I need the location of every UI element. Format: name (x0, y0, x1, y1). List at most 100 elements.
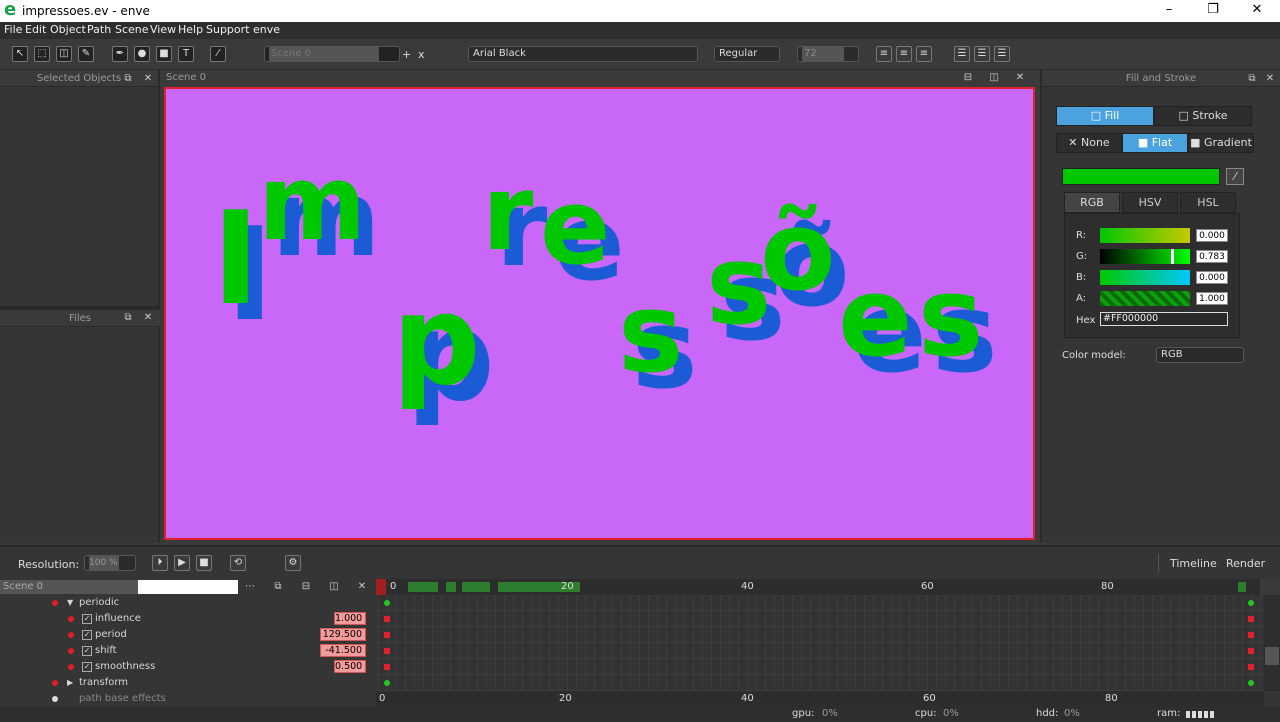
frame-ruler[interactable]: 0 20 40 60 80 (376, 579, 1280, 595)
keyframe-marker[interactable] (384, 664, 390, 670)
pen-tool-icon[interactable]: ✒ (112, 46, 128, 62)
canvas-letter[interactable]: s (918, 253, 983, 381)
keyframe-marker[interactable] (1248, 648, 1254, 654)
keyframe-marker[interactable] (1248, 616, 1254, 622)
record-dot[interactable] (68, 616, 74, 622)
canvas-letter[interactable]: e (838, 253, 913, 381)
align-left-icon[interactable]: ≡ (876, 46, 892, 62)
eyedropper-icon[interactable]: ⁄ (1226, 168, 1244, 185)
split-vertical-icon[interactable]: ◫ (328, 581, 340, 593)
record-dot[interactable] (52, 696, 58, 702)
keyframe-marker[interactable] (384, 600, 390, 606)
record-dot[interactable] (68, 664, 74, 670)
tree-row-period[interactable]: ✓ period 129.500 (0, 627, 378, 643)
checkbox-icon[interactable]: ✓ (82, 646, 92, 656)
paint-none-button[interactable]: ✕ None (1056, 133, 1122, 153)
canvas-letter[interactable]: m (258, 142, 366, 264)
frame-ruler-bottom[interactable]: 0 20 40 60 80 (376, 691, 1264, 707)
tree-row-smoothness[interactable]: ✓ smoothness 0.500 (0, 659, 378, 675)
undock-icon[interactable]: ⧉ (122, 312, 134, 324)
tab-hsl[interactable]: HSL (1180, 192, 1236, 213)
timeline-tab[interactable]: Timeline (1170, 557, 1217, 570)
record-dot[interactable] (68, 632, 74, 638)
checkbox-icon[interactable]: ✓ (82, 662, 92, 672)
smoothness-value[interactable]: 0.500 (334, 660, 366, 673)
b-value[interactable]: 0.000 (1196, 271, 1228, 284)
font-size-field[interactable]: 72 (797, 46, 859, 62)
paint-gradient-button[interactable]: ■ Gradient (1188, 133, 1254, 153)
maximize-button[interactable]: ❐ (1190, 0, 1236, 22)
font-style-select[interactable]: Regular (714, 46, 780, 62)
keyframe-marker[interactable] (384, 632, 390, 638)
close-panel-icon[interactable]: ✕ (1264, 73, 1276, 85)
close-window-button[interactable]: ✕ (1234, 0, 1280, 22)
b-slider[interactable] (1100, 270, 1190, 285)
keyframe-grid[interactable] (378, 595, 1264, 691)
undock-icon[interactable]: ⧉ (1246, 73, 1258, 85)
draw-tool-icon[interactable]: ✎ (78, 46, 94, 62)
checkbox-icon[interactable]: ✓ (82, 630, 92, 640)
tree-row-path-base-effects[interactable]: path base effects (0, 691, 378, 707)
align-right-icon[interactable]: ≡ (916, 46, 932, 62)
canvas-letter[interactable]: p (392, 269, 481, 413)
expand-arrow-icon[interactable]: ▼ (67, 595, 73, 611)
menu-path[interactable]: Path (87, 23, 111, 36)
color-preview[interactable] (1062, 168, 1220, 185)
g-slider-handle[interactable] (1171, 249, 1174, 264)
r-value[interactable]: 0.000 (1196, 229, 1228, 242)
align-center-icon[interactable]: ≡ (896, 46, 912, 62)
stroke-tab[interactable]: □ Stroke (1154, 106, 1252, 126)
keyframe-marker[interactable] (1248, 664, 1254, 670)
tree-row-periodic[interactable]: ▼ periodic (0, 595, 378, 611)
checkbox-icon[interactable]: ✓ (82, 614, 92, 624)
a-slider[interactable] (1100, 291, 1190, 306)
valign-middle-icon[interactable]: ☰ (974, 46, 990, 62)
scrollbar-thumb[interactable] (1265, 647, 1279, 665)
search-input[interactable] (138, 580, 238, 594)
g-value[interactable]: 0.783 (1196, 250, 1228, 263)
text-tool-icon[interactable]: T (178, 46, 194, 62)
split-vertical-icon[interactable]: ◫ (988, 72, 1000, 84)
valign-bottom-icon[interactable]: ☰ (994, 46, 1010, 62)
tab-rgb[interactable]: RGB (1064, 192, 1120, 213)
undock-icon[interactable]: ⧉ (272, 581, 284, 593)
undock-icon[interactable]: ⧉ (122, 73, 134, 85)
shift-value[interactable]: -41.500 (320, 644, 366, 657)
select-tool-icon[interactable]: ↖ (12, 46, 28, 62)
expand-arrow-icon[interactable]: ▶ (67, 675, 73, 691)
keyframe-marker[interactable] (1248, 632, 1254, 638)
stop-icon[interactable]: ■ (196, 555, 212, 571)
record-dot[interactable] (52, 600, 58, 606)
record-dot[interactable] (52, 680, 58, 686)
menu-view[interactable]: View (150, 23, 176, 36)
r-slider[interactable] (1100, 228, 1190, 243)
keyframe-marker[interactable] (1248, 680, 1254, 686)
hex-input[interactable]: #FF000000 (1100, 312, 1228, 326)
resolution-field[interactable]: 100 % (84, 555, 136, 571)
menu-object[interactable]: Object (50, 23, 86, 36)
keyframe-marker[interactable] (1248, 600, 1254, 606)
tab-hsv[interactable]: HSV (1122, 192, 1178, 213)
record-dot[interactable] (68, 648, 74, 654)
settings-gear-icon[interactable]: ⚙ (285, 555, 301, 571)
playhead-marker[interactable] (376, 579, 386, 595)
render-tab[interactable]: Render (1226, 557, 1265, 570)
font-family-select[interactable]: Arial Black (468, 46, 698, 62)
menu-support[interactable]: Support enve (206, 23, 280, 36)
point-tool-icon[interactable]: ⬚ (34, 46, 50, 62)
tree-row-transform[interactable]: ▶ transform (0, 675, 378, 691)
rectangle-tool-icon[interactable]: ■ (156, 46, 172, 62)
more-icon[interactable]: ⋯ (244, 581, 256, 593)
minimize-button[interactable]: – (1146, 0, 1192, 22)
g-slider[interactable] (1100, 249, 1190, 264)
a-value[interactable]: 1.000 (1196, 292, 1228, 305)
menu-scene[interactable]: Scene (115, 23, 149, 36)
keyframe-marker[interactable] (384, 680, 390, 686)
paint-flat-button[interactable]: ■ Flat (1122, 133, 1188, 153)
remove-scene-button[interactable]: x (418, 48, 430, 61)
scene-tab[interactable]: Scene 0 (0, 580, 138, 594)
loop-icon[interactable]: ⟲ (230, 555, 246, 571)
play-icon[interactable]: ▶ (174, 555, 190, 571)
menu-file[interactable]: File (4, 23, 22, 36)
picker-tool-icon[interactable]: ⁄ (210, 46, 226, 62)
